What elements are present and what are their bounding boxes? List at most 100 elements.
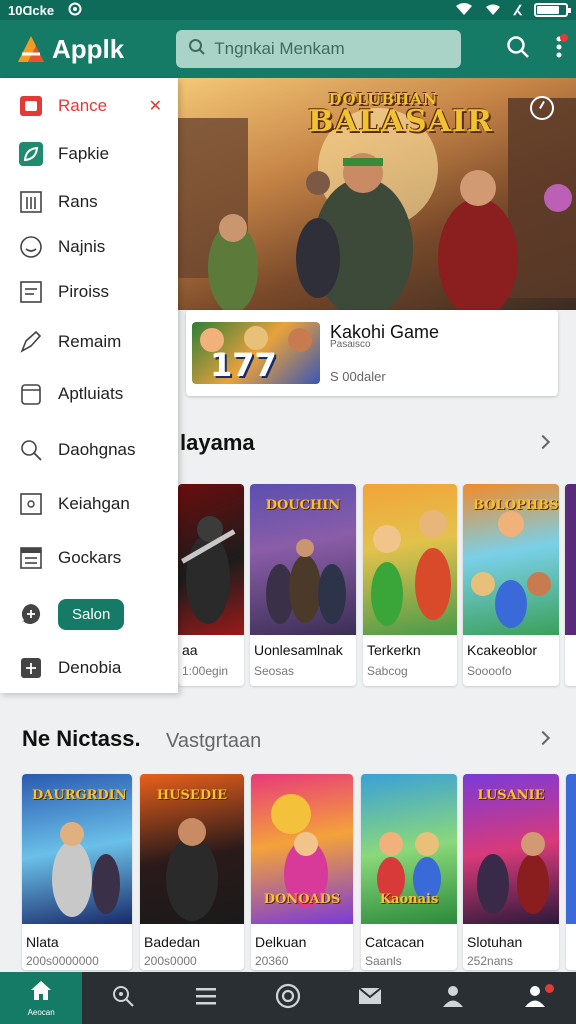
drawer-item-denobia[interactable]: Denobia xyxy=(0,648,178,688)
leaf-icon xyxy=(18,141,44,167)
game-card-art: BOLOPHBS xyxy=(463,484,559,635)
featured-game-meta: S 00daler xyxy=(330,369,386,384)
status-wifi-icon xyxy=(68,2,82,19)
game-card-art-title: Kaonais xyxy=(379,892,439,907)
hero-title-line2: BALASAIR xyxy=(308,104,493,139)
hero-title: DOLUBHAN BALASAIR xyxy=(308,92,493,139)
drawer-item-keiahgan[interactable]: Keiahgan xyxy=(0,484,178,524)
clock-icon[interactable] xyxy=(530,96,554,120)
app-bar: Applk Tngnkai Menkam xyxy=(0,20,576,78)
game-card-art: DAURGRDIN xyxy=(22,774,132,924)
frame-icon xyxy=(18,491,44,517)
drawer-item-salon[interactable]: Salon xyxy=(0,594,178,634)
drawer-item-aptluiats[interactable]: Aptluiats xyxy=(0,374,178,414)
section-chevron-right-icon[interactable] xyxy=(535,730,551,746)
game-card[interactable]: HUSEDIE Badedan 200s0000 xyxy=(140,774,244,970)
section-chevron-right-icon[interactable] xyxy=(535,434,551,450)
game-card-meta: 200s0000 xyxy=(144,954,197,968)
status-bar: 10Ɑcke ⵃ xyxy=(0,0,576,20)
drawer-item-rance[interactable]: Rance ✕ xyxy=(0,86,178,126)
drawer-item-rans[interactable]: Rans xyxy=(0,182,178,222)
search-icon xyxy=(188,38,206,61)
app-logo[interactable]: Applk xyxy=(14,32,124,66)
game-card-title: Nlata xyxy=(26,934,59,950)
game-card[interactable]: DONOADS Delkuan 20360 xyxy=(251,774,353,970)
section-title: layama xyxy=(180,430,255,455)
settings-icon xyxy=(111,984,135,1013)
game-card[interactable]: DAURGRDIN Nlata 200s0000000 xyxy=(22,774,132,970)
bluetooth-icon: ⵃ xyxy=(513,1,522,18)
game-card[interactable]: aa 1:00egin xyxy=(178,484,244,686)
pen-icon xyxy=(18,329,44,355)
drawer-item-fapkie[interactable]: Fapkie xyxy=(0,134,178,174)
drawer-item-label: Rans xyxy=(58,192,98,211)
game-card-art xyxy=(565,484,576,635)
game-card-meta: Sabcog xyxy=(367,664,408,678)
nav-target[interactable] xyxy=(247,972,329,1024)
game-card-title: Slotuhan xyxy=(467,934,523,950)
list-icon xyxy=(18,545,44,571)
salon-button[interactable]: Salon xyxy=(58,598,125,630)
person-icon xyxy=(441,984,465,1013)
game-card-title: Terkerkn xyxy=(367,642,421,658)
status-time: 10Ɑcke xyxy=(8,2,55,18)
menu-icon xyxy=(194,986,218,1011)
game-card-title: Delkuan xyxy=(255,934,307,950)
game-card-art-title: DONOADS xyxy=(263,892,341,907)
game-card-partial[interactable] xyxy=(565,484,576,686)
drawer-item-najnis[interactable]: Najnis xyxy=(0,227,178,267)
search-input[interactable]: Tngnkai Menkam xyxy=(176,30,462,68)
grid-icon xyxy=(18,189,44,215)
drawer-item-label: Gockars xyxy=(58,548,122,567)
home-icon xyxy=(29,979,53,1006)
game-card-title: Catcacan xyxy=(365,934,425,950)
game-card-meta: 20360 xyxy=(255,954,289,968)
nav-mail[interactable] xyxy=(329,972,411,1024)
nav-menu[interactable] xyxy=(165,972,247,1024)
nav-settings[interactable] xyxy=(82,972,164,1024)
game-card-title: Badedan xyxy=(144,934,201,950)
nav-home[interactable]: Aeocan xyxy=(0,972,83,1024)
drawer-item-label: Daohgnas xyxy=(58,440,136,459)
featured-thumb-number: 177 xyxy=(210,346,277,384)
game-card[interactable]: Kaonais Catcacan Saanls xyxy=(361,774,457,970)
game-card[interactable]: DOUCHIN Uonlesamlnak Seosas xyxy=(250,484,356,686)
battery-icon xyxy=(534,3,571,17)
featured-game-card[interactable]: 177 Kakohi Game Pasaisco S 00daler xyxy=(186,310,558,396)
game-card-partial[interactable] xyxy=(566,774,576,970)
more-options-icon[interactable] xyxy=(556,33,568,63)
game-card-art: Kaonais xyxy=(361,774,457,924)
game-card-meta: 252nans xyxy=(467,954,514,968)
game-card-title: Kcakeoblor xyxy=(467,642,538,658)
person-badge-icon xyxy=(523,984,547,1013)
game-card-art xyxy=(178,484,244,635)
game-card-art xyxy=(566,774,576,924)
drawer-item-daohgnas[interactable]: Daohgnas xyxy=(0,430,178,470)
drawer-item-remaim[interactable]: Remaim xyxy=(0,322,178,362)
game-card-meta: Seosas xyxy=(254,664,295,678)
game-card-meta: 1:00egin xyxy=(182,664,229,678)
nav-profile[interactable] xyxy=(411,972,493,1024)
drawer-item-piroiss[interactable]: Piroiss xyxy=(0,272,178,312)
target-icon xyxy=(275,983,301,1014)
side-drawer: Rance ✕ Fapkie Rans Najnis Piroiss Remai… xyxy=(0,78,178,693)
search-button-icon[interactable] xyxy=(506,35,530,64)
game-card-title: Uonlesamlnak xyxy=(254,642,343,658)
smiley-icon xyxy=(18,234,44,260)
cylinder-icon xyxy=(18,381,44,407)
nav-account[interactable] xyxy=(494,972,576,1024)
game-card[interactable]: Terkerkn Sabcog xyxy=(363,484,457,686)
game-card[interactable]: LUSANIE Slotuhan 252nans xyxy=(463,774,559,970)
drawer-item-label: Keiahgan xyxy=(58,494,130,513)
plus-square-icon xyxy=(18,655,44,681)
game-card[interactable]: BOLOPHBS Kcakeoblor Soooofo xyxy=(463,484,559,686)
hero-banner[interactable]: DOLUBHAN BALASAIR xyxy=(178,78,576,310)
game-card-meta: 200s0000000 xyxy=(26,954,99,968)
game-card-art xyxy=(363,484,457,635)
signal-icon xyxy=(485,2,501,19)
close-icon[interactable]: ✕ xyxy=(149,96,162,116)
app-screen: 10Ɑcke ⵃ Applk Tngnkai Menkam DOLUBHAN B… xyxy=(0,0,576,1024)
mail-icon xyxy=(357,985,383,1012)
drawer-item-label: Rance xyxy=(58,96,108,115)
drawer-item-gockars[interactable]: Gockars xyxy=(0,538,178,578)
